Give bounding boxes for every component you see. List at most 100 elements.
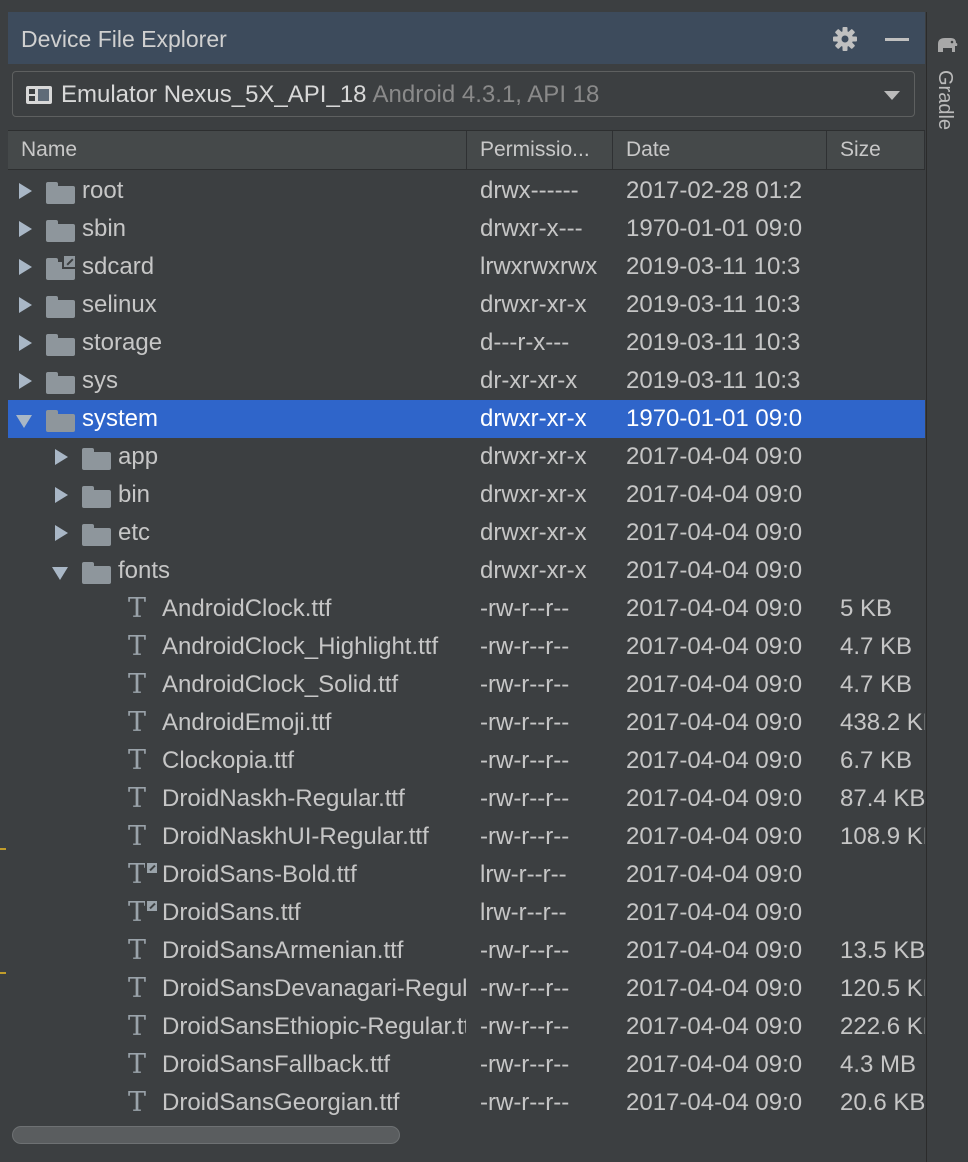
tree-row-file[interactable]: T AndroidClock_Solid.ttf -rw-r--r-- 2017-04… — [8, 666, 925, 704]
row-name: storage — [82, 329, 163, 356]
font-file-icon: T — [128, 973, 147, 1004]
tree-row-folder[interactable]: bin drwxr-xr-x 2017-04-04 09:0 — [8, 476, 925, 514]
tree-row-folder[interactable]: etc drwxr-xr-x 2017-04-04 09:0 — [8, 514, 925, 552]
collapsed-arrow-icon[interactable] — [16, 172, 36, 210]
collapsed-arrow-icon[interactable] — [16, 324, 36, 362]
tree-row-folder[interactable]: selinux drwxr-xr-x 2019-03-11 10:3 — [8, 286, 925, 324]
collapsed-arrow-icon[interactable] — [52, 514, 72, 552]
tree-row-file[interactable]: T DroidSans.ttf lrw-r--r-- 2017-04-04 09:0 — [8, 894, 925, 932]
chevron-down-icon[interactable] — [884, 91, 900, 100]
row-size — [840, 552, 925, 590]
row-date: 2017-04-04 09:0 — [626, 1089, 803, 1116]
device-detail: Android 4.3.1, API 18 — [372, 81, 600, 108]
row-name: etc — [118, 519, 151, 546]
font-file-icon: T — [128, 783, 147, 814]
tree-row-file[interactable]: T Clockopia.ttf -rw-r--r-- 2017-04-04 09:0 6… — [8, 742, 925, 780]
gear-icon[interactable] — [830, 24, 860, 54]
row-date: 1970-01-01 09:0 — [626, 215, 803, 242]
row-name: root — [82, 177, 124, 204]
row-date: 2017-04-04 09:0 — [626, 823, 803, 850]
tree-row-file[interactable]: T DroidSansEthiopic-Regular.ttf -rw-r--r--… — [8, 1008, 925, 1046]
gradle-elephant-icon[interactable] — [935, 34, 959, 61]
tree-row-file[interactable]: T DroidSansDevanagari-Regular.ttf -rw-r--r… — [8, 970, 925, 1008]
tree-row-folder[interactable]: root drwx------ 2017-02-28 01:2 — [8, 172, 925, 210]
row-name: sys — [82, 367, 118, 394]
row-name: bin — [118, 481, 151, 508]
row-size — [840, 514, 925, 552]
row-name: app — [118, 443, 159, 470]
collapsed-arrow-icon[interactable] — [16, 286, 36, 324]
row-date: 2017-04-04 09:0 — [626, 709, 803, 736]
font-file-link-icon: T — [128, 894, 159, 932]
expanded-arrow-icon[interactable] — [52, 552, 72, 590]
row-size: 87.4 KB — [840, 785, 925, 812]
folder-icon — [46, 362, 76, 400]
tree-row-file[interactable]: T AndroidEmoji.ttf -rw-r--r-- 2017-04-04 09… — [8, 704, 925, 742]
row-size: 13.5 KB — [840, 937, 925, 964]
tree-row-folder[interactable]: fonts drwxr-xr-x 2017-04-04 09:0 — [8, 552, 925, 590]
right-tool-strip: Gradle — [926, 12, 968, 1162]
row-size — [840, 400, 925, 438]
tree-row-file[interactable]: T AndroidClock.ttf -rw-r--r-- 2017-04-04 09… — [8, 590, 925, 628]
left-editor-edge — [0, 0, 8, 1162]
row-name: fonts — [118, 557, 171, 584]
row-permissions: dr-xr-xr-x — [480, 367, 578, 394]
symlink-badge-icon — [145, 899, 159, 913]
column-header-size[interactable]: Size — [827, 131, 925, 169]
tree-row-file[interactable]: T DroidNaskhUI-Regular.ttf -rw-r--r-- 2017-… — [8, 818, 925, 856]
tree-row-folder[interactable]: app drwxr-xr-x 2017-04-04 09:0 — [8, 438, 925, 476]
tree-row-folder[interactable]: storage d---r-x--- 2019-03-11 10:3 — [8, 324, 925, 362]
folder-icon — [82, 552, 112, 590]
font-file-icon: T — [128, 1049, 147, 1080]
column-header-permissions[interactable]: Permissio... — [467, 131, 613, 169]
row-name: AndroidEmoji.ttf — [162, 709, 332, 736]
tree-row-folder[interactable]: system drwxr-xr-x 1970-01-01 09:0 — [8, 400, 925, 438]
tree-row-folder[interactable]: sys dr-xr-xr-x 2019-03-11 10:3 — [8, 362, 925, 400]
ide-top-edge — [0, 0, 968, 12]
row-size — [840, 172, 925, 210]
row-size — [840, 286, 925, 324]
tree-row-folder[interactable]: sbin drwxr-x--- 1970-01-01 09:0 — [8, 210, 925, 248]
tree-row-folder[interactable]: sdcard lrwxrwxrwx 2019-03-11 10:3 — [8, 248, 925, 286]
horizontal-scrollbar[interactable] — [8, 1122, 925, 1152]
row-name: AndroidClock_Highlight.ttf — [162, 633, 439, 660]
collapsed-arrow-icon[interactable] — [16, 362, 36, 400]
row-name: system — [82, 405, 159, 432]
row-permissions: -rw-r--r-- — [480, 747, 570, 774]
row-date: 2017-04-04 09:0 — [626, 861, 803, 888]
column-header-date[interactable]: Date — [613, 131, 827, 169]
row-size: 5 KB — [840, 595, 893, 622]
row-date: 2019-03-11 10:3 — [626, 329, 801, 356]
collapsed-arrow-icon[interactable] — [52, 438, 72, 476]
symlink-badge-icon — [62, 254, 77, 269]
row-size — [840, 248, 925, 286]
scrollbar-thumb[interactable] — [12, 1126, 400, 1144]
row-permissions: drwxr-xr-x — [480, 443, 587, 470]
tree-row-file[interactable]: T AndroidClock_Highlight.ttf -rw-r--r-- 201… — [8, 628, 925, 666]
device-selector-dropdown[interactable]: Emulator Nexus_5X_API_18 Android 4.3.1, A… — [12, 71, 915, 117]
collapsed-arrow-icon[interactable] — [52, 476, 72, 514]
tree-row-file[interactable]: T DroidNaskh-Regular.ttf -rw-r--r-- 2017-04… — [8, 780, 925, 818]
tree-row-file[interactable]: T DroidSansGeorgian.ttf -rw-r--r-- 2017-04-… — [8, 1084, 925, 1122]
row-size: 438.2 KB — [840, 709, 925, 736]
row-date: 2017-04-04 09:0 — [626, 747, 803, 774]
row-permissions: -rw-r--r-- — [480, 595, 570, 622]
row-date: 2019-03-11 10:3 — [626, 291, 801, 318]
minimize-icon[interactable] — [882, 24, 912, 54]
collapsed-arrow-icon[interactable] — [16, 210, 36, 248]
row-date: 2017-04-04 09:0 — [626, 975, 803, 1002]
row-size: 108.9 KB — [840, 823, 925, 850]
tree-row-file[interactable]: T DroidSans-Bold.ttf lrw-r--r-- 2017-04-04 … — [8, 856, 925, 894]
row-size — [840, 362, 925, 400]
gradle-tool-tab[interactable]: Gradle — [933, 70, 956, 130]
expanded-arrow-icon[interactable] — [16, 400, 36, 438]
row-name: DroidSansFallback.ttf — [162, 1051, 391, 1078]
row-name: DroidSansEthiopic-Regular.ttf — [162, 1013, 466, 1040]
column-header-name[interactable]: Name — [8, 131, 467, 169]
row-permissions: d---r-x--- — [480, 329, 570, 356]
row-size: 120.5 KB — [840, 975, 925, 1002]
row-size — [840, 324, 925, 362]
tree-row-file[interactable]: T DroidSansArmenian.ttf -rw-r--r-- 2017-04-… — [8, 932, 925, 970]
tree-row-file[interactable]: T DroidSansFallback.ttf -rw-r--r-- 2017-04-… — [8, 1046, 925, 1084]
collapsed-arrow-icon[interactable] — [16, 248, 36, 286]
